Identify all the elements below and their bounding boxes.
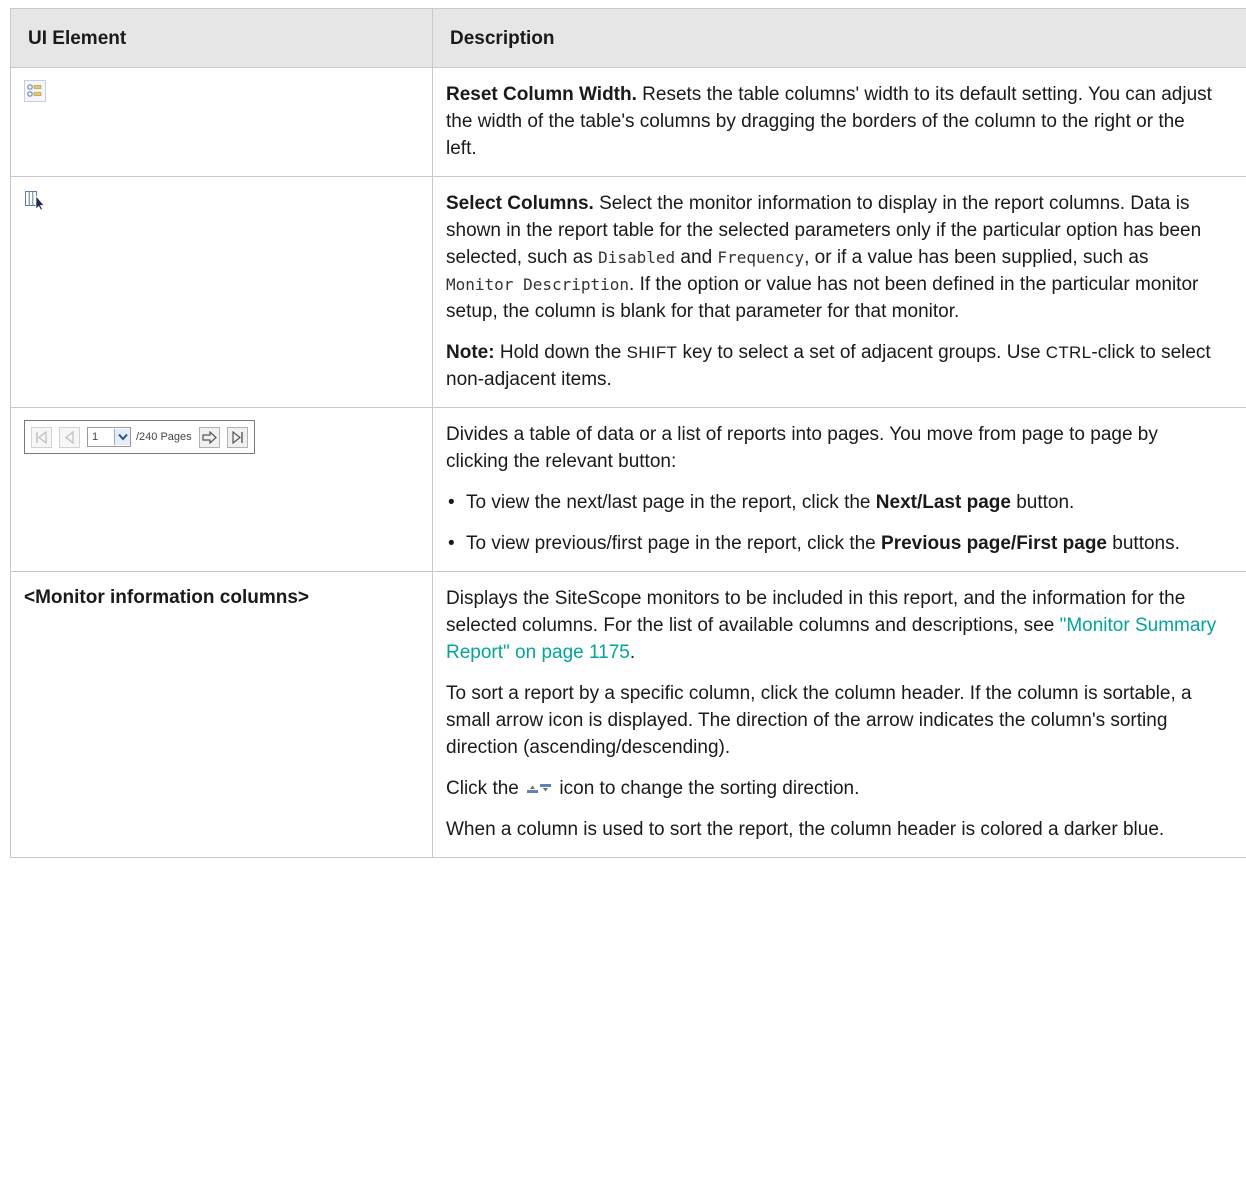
description-cell: Divides a table of data or a list of rep… [432,407,1246,572]
previous-first-page-label: Previous page/First page [881,533,1107,554]
next-page-button[interactable] [198,426,220,448]
table-row: 1 /240 Pages Divides a table of data or … [10,407,1246,572]
select-columns-description: Select Columns. Select the monitor infor… [446,190,1219,325]
last-page-button[interactable] [226,426,248,448]
reset-title: Reset Column Width. [446,84,637,105]
description-cell: Displays the SiteScope monitors to be in… [432,570,1246,859]
ui-element-cell [10,176,433,408]
key-shift: SHIFT [626,343,678,362]
text-segment: buttons. [1107,533,1180,554]
code-disabled: Disabled [598,248,676,267]
pager-intro: Divides a table of data or a list of rep… [446,424,1158,472]
text-segment: To view previous/first page in the repor… [466,533,882,554]
column-header-description: Description [432,8,1246,68]
table-row: <Monitor information columns> Displays t… [10,570,1246,859]
text-segment: icon to change the sorting direction. [554,778,860,799]
table-row: Select Columns. Select the monitor infor… [10,176,1246,408]
monitor-description-p3: Click the icon to change the sorting dir… [446,775,1219,802]
list-item: To view previous/first page in the repor… [448,530,1219,557]
reset-description: Reset Column Width. Resets the table col… [446,81,1219,162]
first-page-button[interactable] [31,426,52,448]
select-columns-icon[interactable] [24,189,46,219]
total-pages-label: /240 Pages [136,430,192,443]
text-segment: button. [1010,492,1075,513]
ui-element-cell: 1 /240 Pages [10,407,433,572]
text-segment: , or if a value has been supplied, such … [804,247,1149,268]
pagination-control: 1 /240 Pages [24,420,255,454]
reset-column-width-icon[interactable] [24,80,46,110]
monitor-description-p1: Displays the SiteScope monitors to be in… [446,585,1219,666]
text-segment: Hold down the [494,342,627,363]
sort-direction-icon [526,775,552,802]
table-row: Reset Column Width. Resets the table col… [10,67,1246,177]
description-cell: Select Columns. Select the monitor infor… [432,176,1246,408]
ui-element-cell: <Monitor information columns> [10,570,433,859]
previous-page-button[interactable] [59,426,80,448]
monitor-description-p4: When a column is used to sort the report… [446,819,1165,841]
ui-element-table: UI Element Description Reset Column Widt… [10,8,1246,859]
column-header-ui-element: UI Element [10,8,433,68]
note-label: Note: [446,342,495,363]
text-segment: key to select a set of adjacent groups. … [677,342,1046,363]
ui-element-cell [10,67,433,177]
monitor-information-columns-label: <Monitor information columns> [24,587,310,608]
list-item: To view the next/last page in the report… [448,489,1219,516]
description-cell: Reset Column Width. Resets the table col… [432,67,1246,177]
code-monitor-description: Monitor Description [446,275,630,294]
text-segment: To view the next/last page in the report… [466,492,876,513]
pager-bullet-list: To view the next/last page in the report… [446,489,1219,557]
table-header-row: UI Element Description [10,8,1246,68]
select-columns-note: Note: Hold down the SHIFT key to select … [446,339,1219,393]
monitor-description-p2: To sort a report by a specific column, c… [446,683,1192,758]
text-segment: . [629,642,636,663]
page-select-value: 1 [92,430,99,443]
select-columns-title: Select Columns. [446,193,594,214]
text-segment: Click the [446,778,525,799]
next-last-page-label: Next/Last page [875,492,1011,513]
code-frequency: Frequency [717,248,805,267]
key-ctrl: CTRL [1045,343,1092,362]
text-segment: and [675,247,718,268]
page-select[interactable]: 1 [87,427,131,447]
chevron-down-icon[interactable] [114,429,130,445]
